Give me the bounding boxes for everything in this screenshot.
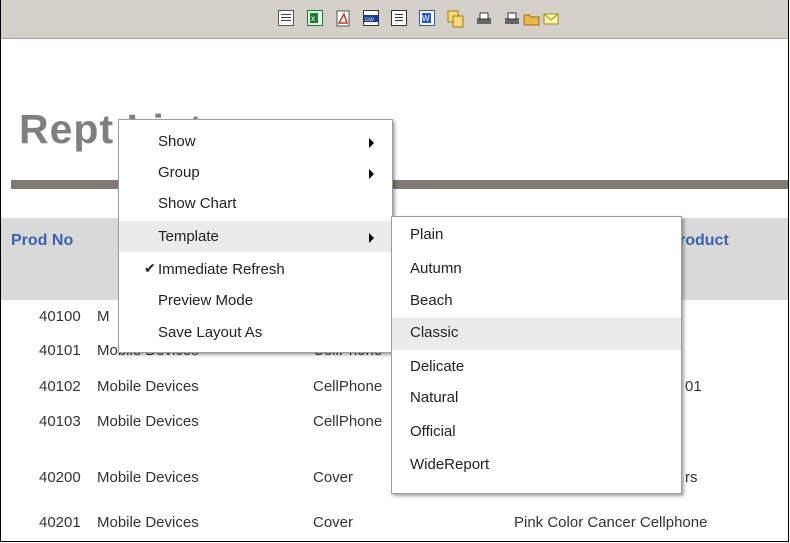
template-item-label: WideReport [410, 456, 490, 473]
template-item-delicate[interactable]: Delicate [392, 352, 681, 384]
col-header-product[interactable]: roduct [679, 232, 729, 250]
cell-category: Mobile Devices [97, 514, 199, 531]
template-item-label: Delicate [410, 358, 465, 375]
cell-prod-no: 40102 [39, 378, 81, 395]
page-title-visible: Rep [19, 106, 100, 152]
cell-category: M [97, 308, 110, 325]
list-icon[interactable] [278, 10, 294, 26]
template-item-label: Classic [410, 324, 459, 341]
menu-item-label: Show [158, 133, 196, 150]
cell-desc: 01 [685, 378, 702, 395]
cell-category: Mobile Devices [97, 469, 199, 486]
menu-item-preview-mode[interactable]: Preview Mode [119, 285, 392, 316]
svg-text:x: x [311, 14, 315, 23]
template-item-label: Plain [410, 226, 444, 243]
cell-type: CellPhone [313, 378, 383, 395]
svg-text:W: W [422, 14, 430, 23]
menu-item-label: Preview Mode [158, 292, 254, 309]
cell-prod-no: 40103 [39, 413, 81, 430]
checkmark-icon: ✔ [144, 260, 156, 276]
template-item-beach[interactable]: Beach [392, 286, 681, 318]
copy-icon[interactable] [447, 10, 464, 28]
template-item-official[interactable]: Official [392, 417, 681, 449]
print-icon[interactable] [475, 10, 491, 26]
excel-icon[interactable]: x [307, 10, 323, 26]
menu-item-show[interactable]: Show [119, 126, 392, 157]
template-item-label: Autumn [410, 260, 462, 277]
menu-item-label: Immediate Refresh [158, 261, 285, 278]
template-item-label: Natural [410, 389, 459, 406]
table-row[interactable]: 40201 Mobile Devices Cover Pink Color Ca… [1, 514, 788, 541]
menu-item-group[interactable]: Group [119, 157, 392, 188]
text-icon[interactable] [391, 10, 407, 26]
cell-prod-no: 40100 [39, 308, 81, 325]
cell-category: Mobile Devices [97, 378, 199, 395]
template-item-label: Beach [410, 292, 453, 309]
menu-item-template[interactable]: Template [119, 221, 392, 252]
cell-prod-no: 40200 [39, 469, 81, 486]
menu-item-immediate-refresh[interactable]: ✔ Immediate Refresh [119, 254, 392, 285]
toolbar: x csv W [1, 0, 788, 39]
csv-icon[interactable]: csv [363, 10, 379, 26]
report-viewer: x csv W Rept List [0, 0, 789, 542]
col-header-prod-no[interactable]: Prod No [11, 232, 73, 250]
template-item-classic[interactable]: Classic [392, 318, 681, 350]
print-preview-icon[interactable] [503, 10, 519, 26]
email-icon[interactable] [543, 10, 559, 26]
word-icon[interactable]: W [419, 10, 435, 26]
menu-item-show-chart[interactable]: Show Chart [119, 188, 392, 219]
cell-prod-no: 40101 [39, 342, 81, 359]
cell-desc: rs [685, 469, 698, 486]
cell-type: CellPhone [313, 413, 383, 430]
cell-prod-no: 40201 [39, 514, 81, 531]
cell-desc: Pink Color Cancer Cellphone [514, 514, 708, 531]
cell-type: Cover [313, 469, 354, 486]
template-item-plain[interactable]: Plain [392, 220, 681, 252]
menu-item-label: Show Chart [158, 195, 237, 212]
cell-category: Mobile Devices [97, 413, 199, 430]
submenu-arrow-icon [369, 138, 374, 148]
template-submenu: Plain Autumn Beach Classic Delicate Natu… [391, 216, 682, 494]
menu-item-save-layout-as[interactable]: Save Layout As [119, 317, 392, 348]
template-item-autumn[interactable]: Autumn [392, 254, 681, 286]
template-item-label: Official [410, 423, 456, 440]
menu-item-label: Template [158, 228, 219, 245]
menu-item-label: Group [158, 164, 200, 181]
context-menu: Show Group Show Chart Template ✔ Immedia… [118, 119, 393, 353]
svg-text:csv: csv [365, 17, 374, 23]
menu-item-label: Save Layout As [158, 324, 263, 341]
folder-icon[interactable] [523, 10, 540, 26]
cell-type: Cover [313, 514, 354, 531]
submenu-arrow-icon [369, 169, 374, 179]
template-item-widereport[interactable]: WideReport [392, 450, 681, 482]
submenu-arrow-icon [369, 233, 374, 243]
pdf-icon[interactable] [335, 10, 351, 27]
template-item-natural[interactable]: Natural [392, 383, 681, 415]
